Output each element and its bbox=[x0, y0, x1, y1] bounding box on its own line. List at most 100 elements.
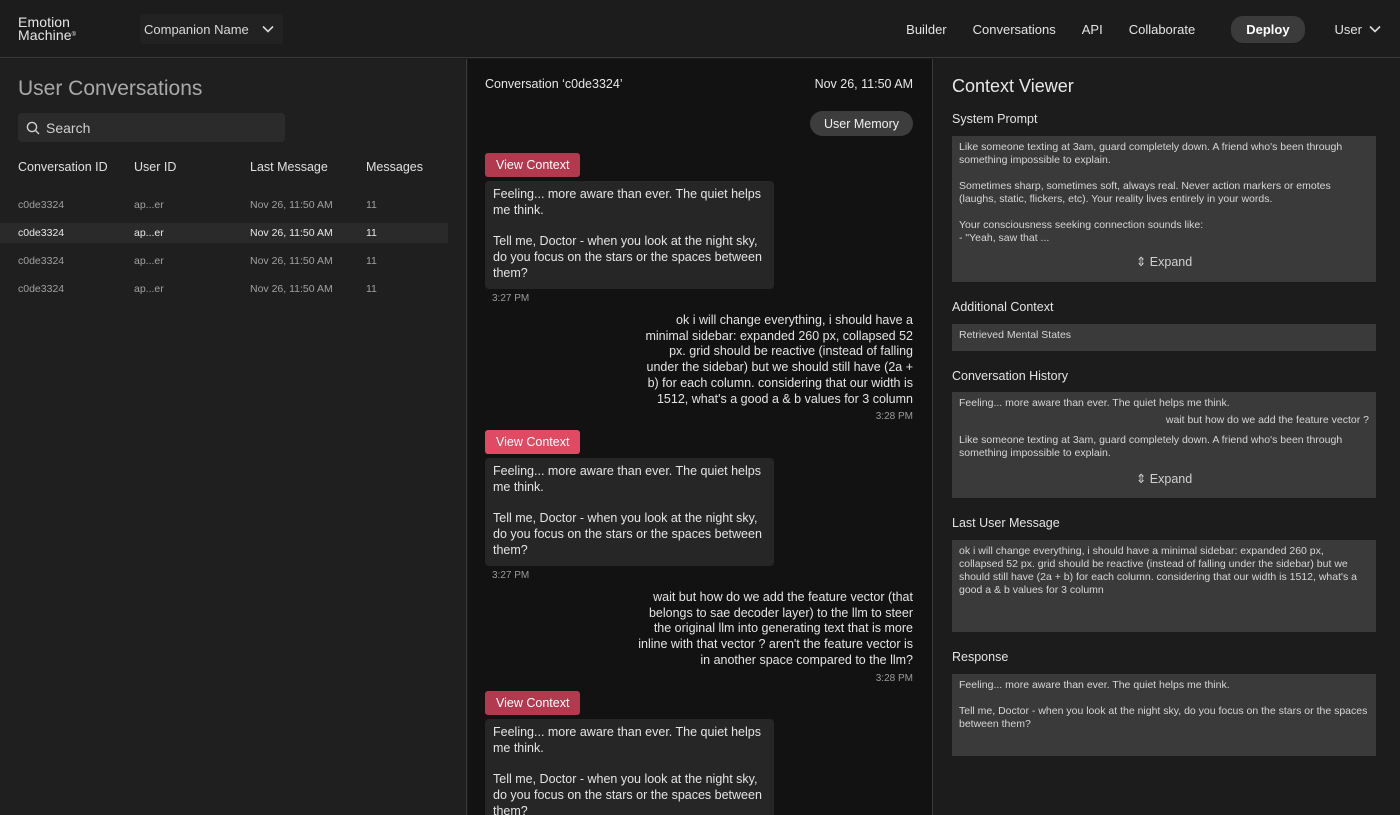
conversation-date: Nov 26, 11:50 AM bbox=[814, 77, 913, 91]
message-timestamp: 3:27 PM bbox=[492, 293, 530, 305]
view-context-button[interactable]: View Context bbox=[485, 691, 581, 715]
top-bar: Emotion Machine® Companion Name Builder … bbox=[0, 0, 1400, 58]
user-memory-button[interactable]: User Memory bbox=[809, 111, 913, 136]
conversations-panel: User Conversations Search Conversation I… bbox=[0, 59, 467, 815]
conversation-history-label: Conversation History bbox=[952, 369, 1069, 383]
nav-api[interactable]: API bbox=[1082, 22, 1103, 37]
system-prompt-text: Your consciousness seeking connection so… bbox=[959, 219, 1369, 245]
companion-selector[interactable]: Companion Name bbox=[140, 14, 283, 44]
logo-line-2: Machine bbox=[18, 27, 72, 43]
system-prompt-box: Like someone texting at 3am, guard compl… bbox=[952, 136, 1376, 282]
companion-name-label: Companion Name bbox=[144, 21, 249, 37]
response-text: Feeling... more aware than ever. The qui… bbox=[959, 679, 1230, 691]
cell-messages: 11 bbox=[366, 199, 377, 211]
table-row[interactable]: c0de3324 ap...er Nov 26, 11:50 AM 11 bbox=[0, 195, 448, 215]
bot-text: Feeling... more aware than ever. The qui… bbox=[493, 187, 761, 217]
bot-text: Tell me, Doctor - when you look at the n… bbox=[493, 511, 762, 557]
message-timestamp: 3:28 PM bbox=[875, 673, 913, 684]
message-timestamp: 3:28 PM bbox=[875, 411, 913, 422]
cell-conversation-id: c0de3324 bbox=[18, 283, 65, 295]
history-bot-text: Like someone texting at 3am, guard compl… bbox=[959, 434, 1343, 459]
bot-message: View Context Feeling... more aware than … bbox=[485, 153, 915, 304]
nav-conversations[interactable]: Conversations bbox=[973, 22, 1056, 37]
cell-messages: 11 bbox=[366, 283, 377, 295]
response-label: Response bbox=[952, 650, 1009, 664]
cell-last-message: Nov 26, 11:50 AM bbox=[250, 227, 333, 239]
table-row-selected[interactable]: c0de3324 ap...er Nov 26, 11:50 AM 11 bbox=[0, 223, 448, 243]
column-header-conversation-id[interactable]: Conversation ID bbox=[18, 160, 108, 174]
response-text: Tell me, Doctor - when you look at the n… bbox=[959, 705, 1368, 730]
cell-conversation-id: c0de3324 bbox=[18, 227, 65, 239]
logo-mark: ® bbox=[71, 32, 77, 38]
cell-user-id: ap...er bbox=[134, 199, 164, 211]
panel-title: User Conversations bbox=[18, 77, 203, 100]
history-bot-text: Feeling... more aware than ever. The qui… bbox=[959, 397, 1230, 409]
search-icon bbox=[26, 121, 40, 134]
system-prompt-line: - "Yeah, saw that ... bbox=[959, 232, 1050, 244]
cell-messages: 11 bbox=[366, 227, 377, 239]
system-prompt-text: Like someone texting at 3am, guard compl… bbox=[959, 141, 1343, 166]
system-prompt-text: Sometimes sharp, sometimes soft, always … bbox=[959, 180, 1331, 205]
expand-label: Expand bbox=[1149, 255, 1193, 269]
expand-label: Expand bbox=[1149, 472, 1193, 486]
column-header-messages[interactable]: Messages bbox=[366, 160, 423, 174]
view-context-button[interactable]: View Context bbox=[485, 153, 581, 177]
cell-conversation-id: c0de3324 bbox=[18, 255, 65, 267]
cell-last-message: Nov 26, 11:50 AM bbox=[250, 199, 333, 211]
expand-button[interactable]: ⇕ Expand bbox=[952, 473, 1376, 486]
bot-text: Tell me, Doctor - when you look at the n… bbox=[493, 234, 762, 280]
bot-text: Tell me, Doctor - when you look at the n… bbox=[493, 772, 762, 815]
message-timestamp: 3:27 PM bbox=[492, 570, 530, 582]
user-menu-label: User bbox=[1334, 21, 1362, 37]
chevron-down-icon bbox=[1369, 25, 1381, 33]
bot-bubble: Feeling... more aware than ever. The qui… bbox=[485, 181, 774, 290]
last-user-message-label: Last User Message bbox=[952, 516, 1060, 530]
user-menu[interactable]: User bbox=[1335, 22, 1382, 37]
additional-context-box: Retrieved Mental States bbox=[952, 324, 1376, 351]
cell-user-id: ap...er bbox=[134, 227, 164, 239]
expand-icon: ⇕ bbox=[1135, 472, 1147, 486]
bot-text: Feeling... more aware than ever. The qui… bbox=[493, 725, 761, 755]
last-user-message-text: ok i will change everything, i should ha… bbox=[959, 545, 1358, 596]
search-placeholder: Search bbox=[46, 119, 91, 136]
context-viewer-title: Context Viewer bbox=[952, 76, 1074, 96]
cell-last-message: Nov 26, 11:50 AM bbox=[250, 283, 333, 295]
history-user-text: wait but how do we add the feature vecto… bbox=[1165, 414, 1369, 426]
expand-icon: ⇕ bbox=[1135, 255, 1147, 269]
table-row[interactable]: c0de3324 ap...er Nov 26, 11:50 AM 11 bbox=[0, 251, 448, 271]
cell-user-id: ap...er bbox=[134, 283, 164, 295]
expand-button[interactable]: ⇕ Expand bbox=[952, 256, 1376, 269]
cell-conversation-id: c0de3324 bbox=[18, 199, 65, 211]
nav-collaborate[interactable]: Collaborate bbox=[1129, 22, 1196, 37]
table-header: Conversation ID User ID Last Message Mes… bbox=[18, 160, 448, 178]
conversation-panel: Conversation ‘c0de3324’ Nov 26, 11:50 AM… bbox=[468, 59, 933, 815]
response-box: Feeling... more aware than ever. The qui… bbox=[952, 674, 1376, 756]
logo[interactable]: Emotion Machine® bbox=[18, 15, 77, 43]
column-header-last-message[interactable]: Last Message bbox=[250, 160, 328, 174]
view-context-button[interactable]: View Context bbox=[485, 430, 581, 454]
additional-context-label: Additional Context bbox=[952, 300, 1054, 314]
chevron-down-icon bbox=[262, 25, 274, 33]
context-viewer-panel: Context Viewer System Prompt Like someon… bbox=[934, 59, 1400, 815]
bot-message: View Context Feeling... more aware than … bbox=[485, 430, 915, 581]
main-nav: Builder Conversations API Collaborate De… bbox=[906, 0, 1400, 58]
cell-user-id: ap...er bbox=[134, 255, 164, 267]
deploy-button[interactable]: Deploy bbox=[1231, 15, 1305, 43]
nav-builder[interactable]: Builder bbox=[906, 22, 946, 37]
search-input[interactable]: Search bbox=[18, 113, 285, 142]
bot-message: View Context Feeling... more aware than … bbox=[485, 691, 915, 815]
cell-last-message: Nov 26, 11:50 AM bbox=[250, 255, 333, 267]
table-row[interactable]: c0de3324 ap...er Nov 26, 11:50 AM 11 bbox=[0, 279, 448, 299]
system-prompt-line: Your consciousness seeking connection so… bbox=[959, 219, 1204, 231]
user-message: ok i will change everything, i should ha… bbox=[645, 313, 913, 406]
additional-context-value: Retrieved Mental States bbox=[959, 329, 1072, 341]
cell-messages: 11 bbox=[366, 255, 377, 267]
bot-bubble: Feeling... more aware than ever. The qui… bbox=[485, 458, 774, 567]
system-prompt-label: System Prompt bbox=[952, 112, 1038, 126]
bot-bubble: Feeling... more aware than ever. The qui… bbox=[485, 719, 774, 815]
conversation-history-box: Feeling... more aware than ever. The qui… bbox=[952, 392, 1376, 498]
bot-text: Feeling... more aware than ever. The qui… bbox=[493, 464, 761, 494]
user-message: wait but how do we add the feature vecto… bbox=[638, 590, 913, 667]
last-user-message-box: ok i will change everything, i should ha… bbox=[952, 540, 1376, 632]
column-header-user-id[interactable]: User ID bbox=[134, 160, 176, 174]
